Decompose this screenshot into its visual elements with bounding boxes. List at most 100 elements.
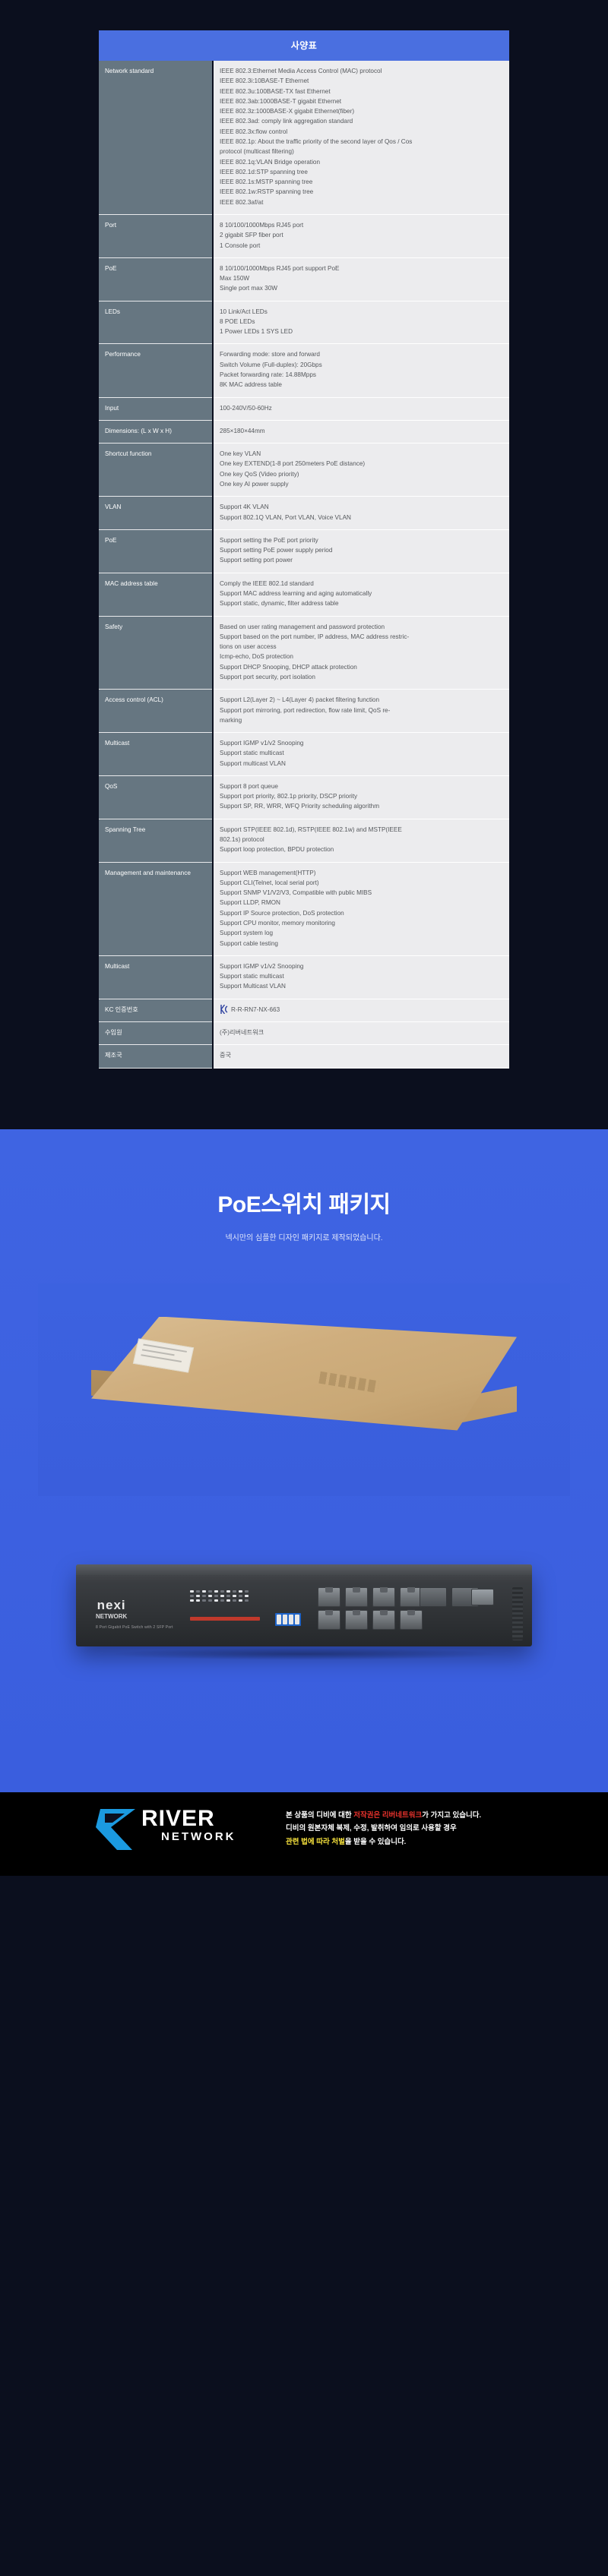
spec-value-line: IEEE 802.1q:VLAN Bridge operation — [220, 158, 320, 166]
spec-value-line: 285×180×44mm — [220, 427, 265, 434]
switch-brand-text: nexi — [97, 1597, 126, 1612]
copyright-line-3-highlight: 처벌 — [331, 1837, 345, 1846]
spec-table-row: 제조국 중국 — [99, 1044, 509, 1069]
spec-row-label: Dimensions: (L x W x H) — [99, 420, 214, 444]
spec-value-line: Support MAC address learning and aging a… — [220, 589, 372, 597]
spec-row-value: Based on user rating management and pass… — [213, 616, 509, 690]
spec-row-value: Comply the IEEE 802.1d standard Support M… — [213, 573, 509, 617]
page-footer: RIVER NETWORK 본 상품의 디비에 대한 저작권은 리버네트워크가 … — [0, 1792, 608, 1876]
spec-value-line: Support static multicast — [220, 973, 284, 980]
product-box-photo — [38, 1283, 570, 1496]
spec-value-line: Support LLDP, RMON — [220, 899, 280, 907]
kc-certification-line: R-R-RN7-NX-663 — [220, 1005, 503, 1015]
spec-row-label: MAC address table — [99, 573, 214, 617]
spec-value-line: IEEE 802.1s:MSTP spanning tree — [220, 178, 313, 186]
spec-row-value: 10 Link/Act LEDs 8 POE LEDs 1 Power LEDs 1… — [213, 301, 509, 345]
spec-value-line: 8 10/100/1000Mbps RJ45 port support PoE — [220, 264, 340, 272]
switch-model-text: 8 Port Gigabit PoE Switch with 2 SFP Por… — [96, 1624, 173, 1630]
copyright-notice: 본 상품의 디비에 대한 저작권은 리버네트워크가 가지고 있습니다. 디비의 … — [286, 1806, 537, 1849]
switch-vent-grille — [512, 1586, 523, 1640]
spec-value-line: Support port security, port isolation — [220, 673, 315, 680]
spec-row-label: QoS — [99, 775, 214, 819]
rj45-port — [318, 1609, 340, 1630]
river-r-mark-icon — [94, 1807, 141, 1852]
spec-row-label: KC 인증번호 — [99, 999, 214, 1022]
spec-row-label: PoE — [99, 257, 214, 301]
spec-value-line: Support port priority, 802.1p priority, … — [220, 793, 358, 800]
spec-value-line: IEEE 802.3ad: comply link aggregation st… — [220, 118, 353, 125]
spec-value-line: One key VLAN — [220, 450, 261, 458]
spec-table-row: KC 인증번호 R-R-RN7-NX-663 — [99, 999, 509, 1022]
spec-value-line: Support static, dynamic, filter address … — [220, 600, 339, 608]
spec-table-row: MAC address table Comply the IEEE 802.1d … — [99, 573, 509, 617]
spec-row-value: Support setting the PoE port priority Sup… — [213, 529, 509, 573]
river-logo-text: RIVER — [141, 1805, 215, 1831]
spec-value-line: 802.1s) protocol — [220, 836, 264, 844]
switch-led-array — [190, 1589, 281, 1612]
spec-value-line: Support 4K VLAN — [220, 504, 269, 511]
spec-value-line: IEEE 802.1d:STP spanning tree — [220, 168, 308, 175]
spec-value-line: Comply the IEEE 802.1d standard — [220, 579, 314, 587]
spec-value-line: Support IGMP v1/v2 Snooping — [220, 740, 304, 747]
switch-chassis: nexi NETWORK 8 Port Gigabit PoE Switch w… — [76, 1564, 532, 1646]
spec-value-line: Support 8 port queue — [220, 782, 278, 790]
spec-row-value: Support IGMP v1/v2 Snooping Support stati… — [213, 732, 509, 776]
spec-table-row: 수입원 (주)리버네트워크 — [99, 1021, 509, 1046]
spec-value-line: Support IP Source protection, DoS protec… — [220, 909, 344, 917]
spec-table-row: Network standard IEEE 802.3:Ethernet Medi… — [99, 61, 509, 215]
spec-row-value: Support 4K VLAN Support 802.1Q VLAN, Port… — [213, 496, 509, 530]
spec-row-label: Multicast — [99, 955, 214, 999]
spec-value-line: Based on user rating management and pass… — [220, 623, 385, 630]
spec-row-value: 285×180×44mm — [213, 420, 509, 444]
spec-row-value: Support L2(Layer 2) ~ L4(Layer 4) packet… — [213, 689, 509, 734]
spec-row-label: Management and maintenance — [99, 862, 214, 956]
spec-row-label: Safety — [99, 616, 214, 690]
spec-value-line: IEEE 802.1w:RSTP spanning tree — [220, 188, 314, 196]
spec-value-line: Support L2(Layer 2) ~ L4(Layer 4) packet… — [220, 696, 380, 704]
spec-table-row: Performance Forwarding mode: store and fo… — [99, 343, 509, 398]
spec-row-value: 중국 — [213, 1044, 509, 1069]
switch-brand-label: nexi NETWORK — [96, 1598, 127, 1620]
spec-value-line: 10 Link/Act LEDs — [220, 308, 268, 315]
spec-value-line: Support loop protection, BPDU protection — [220, 846, 334, 854]
spec-value-line: IEEE 802.1p: About the traffic priority … — [220, 137, 413, 145]
copyright-line-1-part-a: 본 상품의 디비에 대한 — [286, 1810, 354, 1820]
spec-table-row: Access control (ACL) Support L2(Layer 2) … — [99, 689, 509, 734]
rj45-port — [345, 1609, 368, 1630]
spec-row-label: 수입원 — [99, 1021, 214, 1046]
spec-table-row: LEDs 10 Link/Act LEDs 8 POE LEDs 1 Power LE… — [99, 301, 509, 345]
copyright-line-3-part-a: 관련 법에 따라 — [286, 1837, 332, 1846]
switch-front-panel: nexi NETWORK 8 Port Gigabit PoE Switch w… — [76, 1575, 532, 1646]
console-port — [471, 1588, 494, 1605]
spec-value-line: Switch Volume (Full-duplex): 20Gbps — [220, 361, 322, 368]
spec-value-line: Support CPU monitor, memory monitoring — [220, 920, 335, 927]
spec-value-line: Support based on the port number, IP add… — [220, 633, 410, 640]
spec-table-row: VLAN Support 4K VLAN Support 802.1Q VLAN, … — [99, 496, 509, 530]
spec-value-line: IEEE 802.3ab:1000BASE-T gigabit Ethernet — [220, 97, 342, 105]
spec-value-line: Support cable testing — [220, 939, 278, 947]
switch-brand-subtext: NETWORK — [96, 1612, 128, 1620]
switch-sfp-port-group — [420, 1586, 479, 1607]
spec-value-line: Support 802.1Q VLAN, Port VLAN, Voice VL… — [220, 513, 351, 521]
spec-table-section: 사양표 Network standard IEEE 802.3:Ethernet … — [0, 0, 608, 1129]
copyright-line-3-part-c: 을 받을 수 있습니다. — [344, 1837, 407, 1846]
spec-value-line: Support setting PoE power supply period — [220, 547, 333, 554]
rj45-port — [345, 1586, 368, 1607]
spec-value-line: One key QoS (Video priority) — [220, 470, 299, 478]
spec-value-line: IEEE 802.3i:10BASE-T Ethernet — [220, 77, 309, 85]
copyright-line-2: 디비의 원본자체 복제, 수정, 발취하여 임의로 사용할 경우 — [286, 1824, 457, 1833]
spec-row-label: 제조국 — [99, 1044, 214, 1069]
spec-value-line: One key EXTEND(1-8 port 250meters PoE di… — [220, 460, 366, 468]
spec-table-row: Management and maintenance Support WEB ma… — [99, 862, 509, 956]
spec-value-line: One key AI power supply — [220, 481, 289, 488]
spec-value-line: 중국 — [220, 1052, 232, 1059]
kc-certification-mark-icon — [220, 1005, 228, 1015]
spec-value-line: Support SP, RR, WRR, WFQ Priority schedu… — [220, 803, 380, 810]
cardboard-box-graphic — [91, 1316, 517, 1461]
spec-value-line: Support multicast VLAN — [220, 759, 286, 767]
spec-value-line: Packet forwarding rate: 14.88Mpps — [220, 371, 316, 379]
spec-table-row: Shortcut function One key VLAN One key EXT… — [99, 443, 509, 497]
spec-row-value: (주)리버네트워크 — [213, 1021, 509, 1046]
spec-value-line: Support setting port power — [220, 557, 293, 564]
spec-value-line: Icmp-echo, DoS protection — [220, 653, 293, 661]
